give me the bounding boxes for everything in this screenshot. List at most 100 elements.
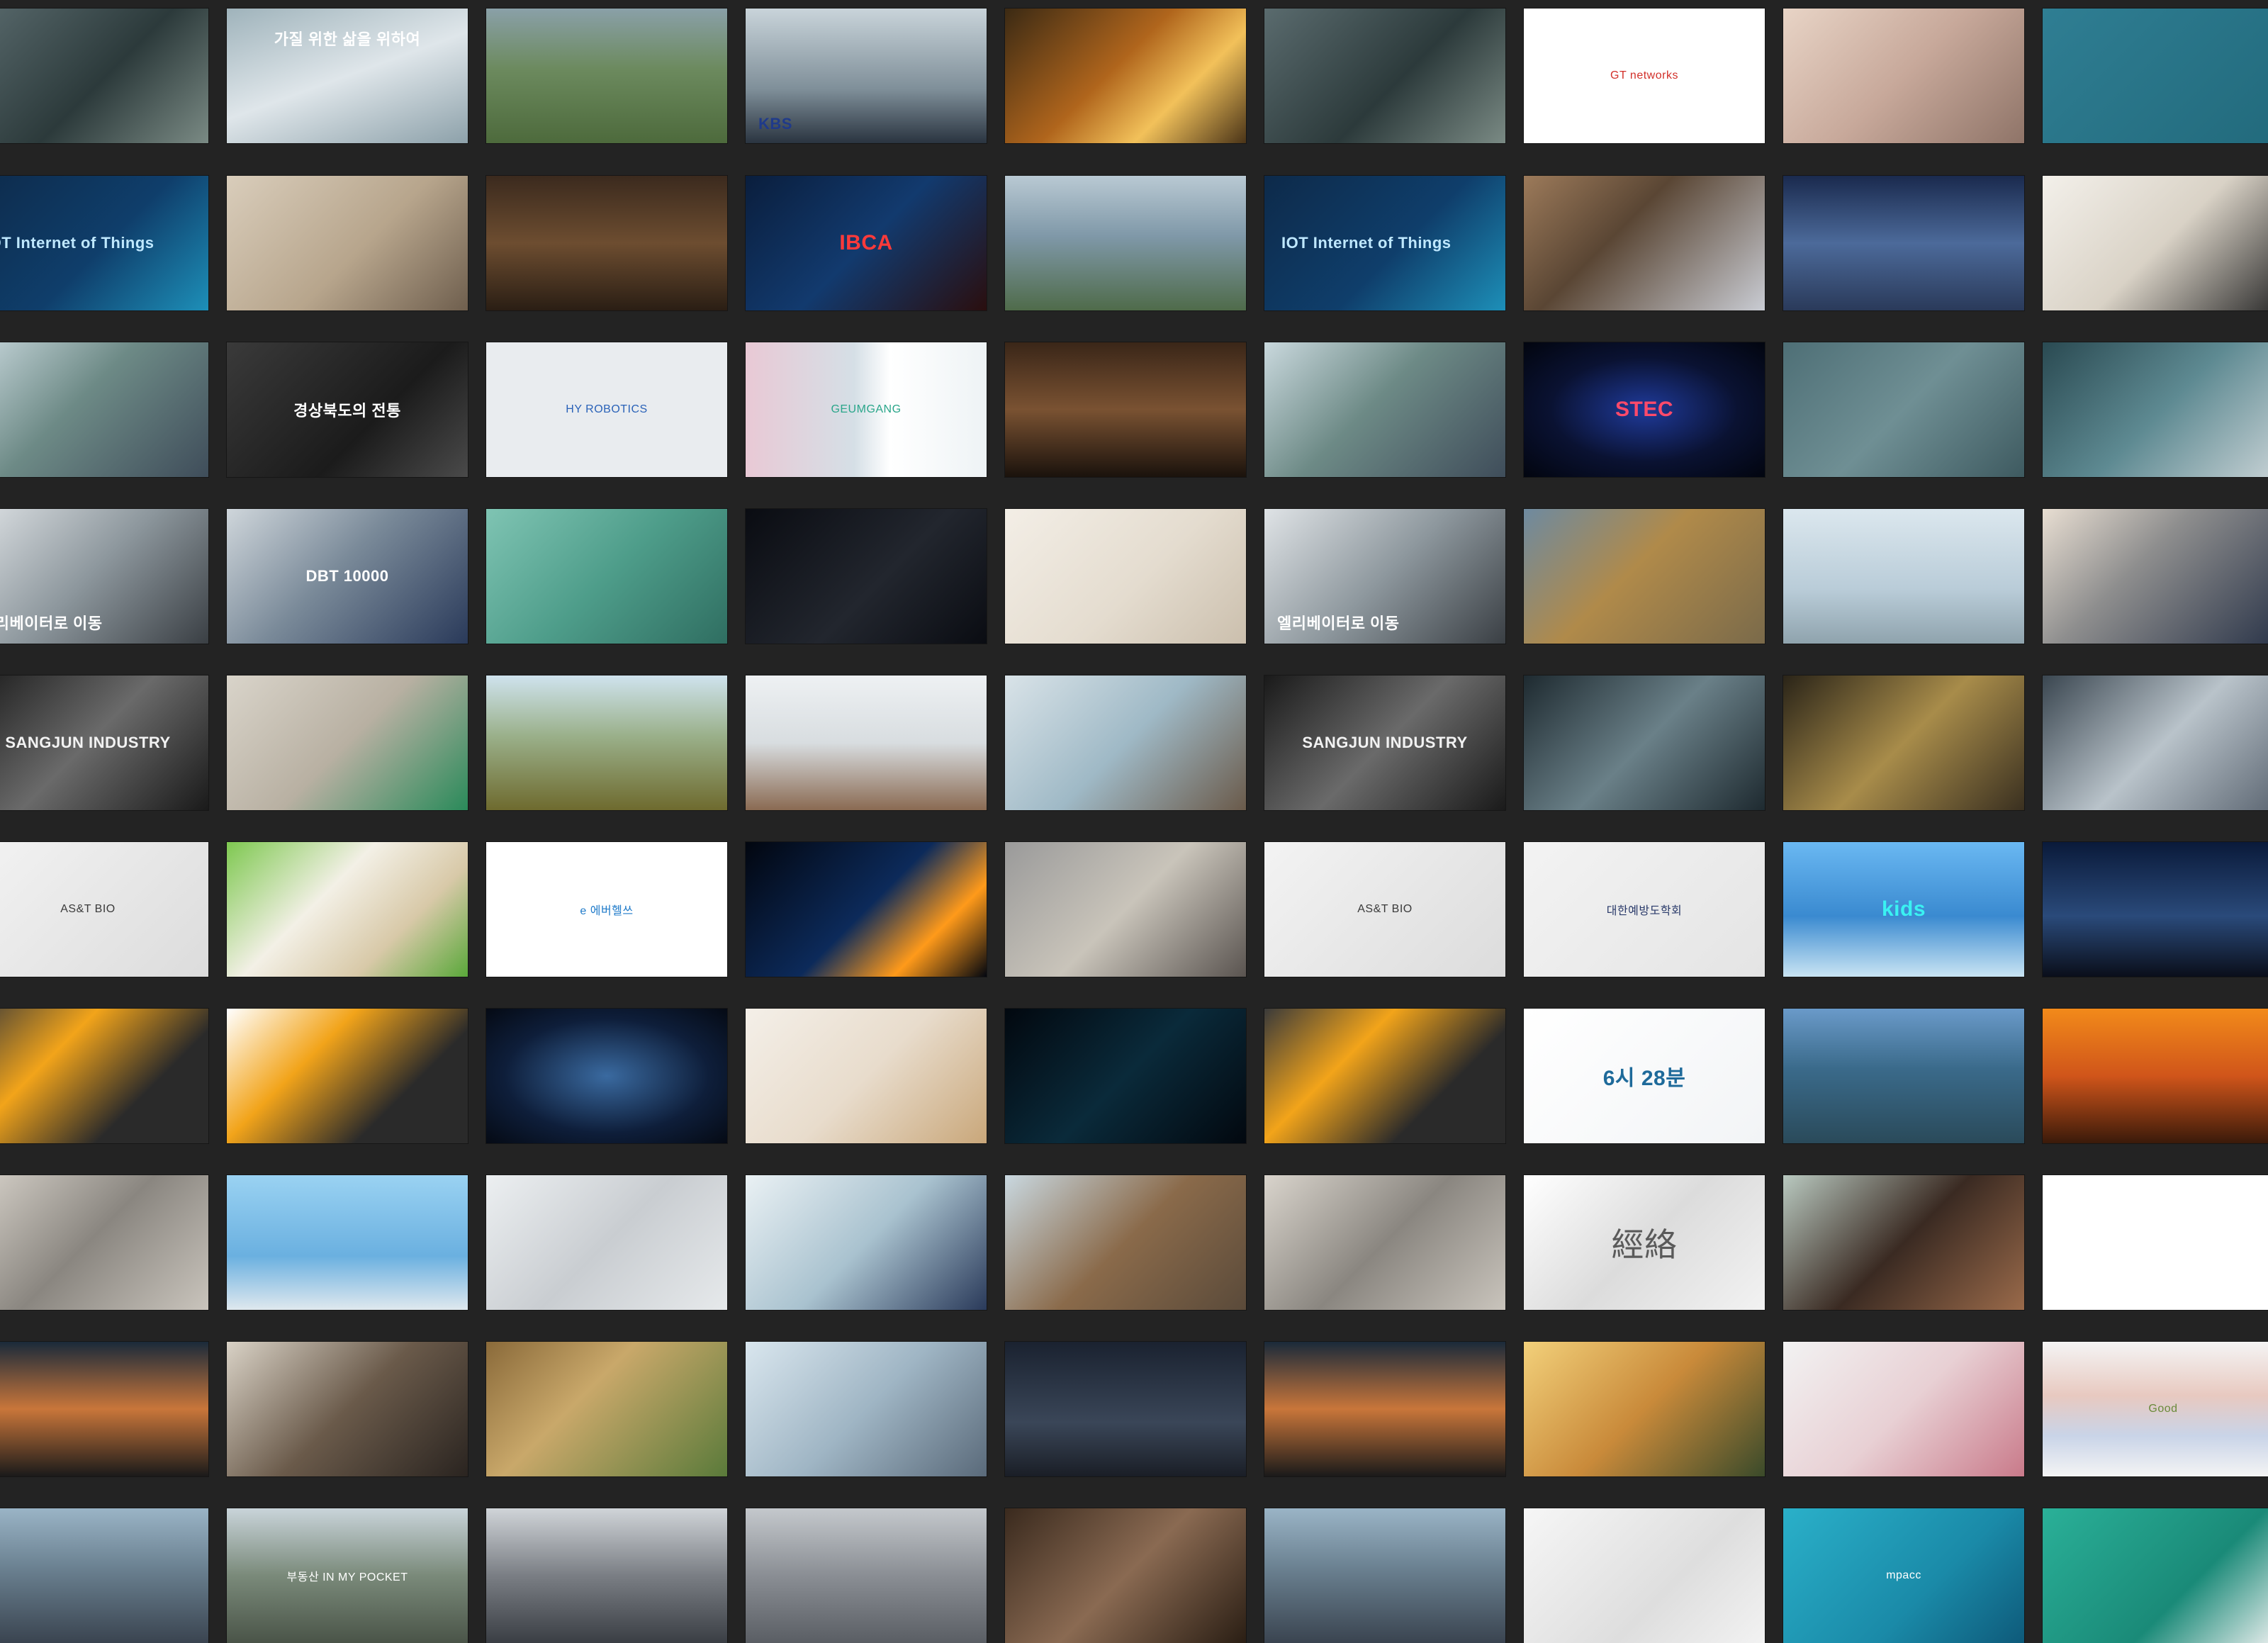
- thumbnail-caption: AS&T BIO: [60, 903, 116, 915]
- video-thumbnail[interactable]: [227, 675, 468, 810]
- video-thumbnail[interactable]: [2043, 509, 2268, 644]
- video-thumbnail[interactable]: AS&T BIO: [0, 842, 208, 977]
- thumbnail-caption: kids: [1881, 897, 1926, 921]
- video-thumbnail[interactable]: [227, 1342, 468, 1476]
- video-thumbnail[interactable]: 가질 위한 삶을 위하여: [227, 9, 468, 143]
- video-thumbnail[interactable]: [486, 1342, 727, 1476]
- video-thumbnail[interactable]: [2043, 1175, 2268, 1310]
- video-thumbnail[interactable]: [0, 9, 208, 143]
- video-thumbnail[interactable]: IOT Internet of Things: [0, 176, 208, 310]
- video-thumbnail[interactable]: [227, 1009, 468, 1143]
- video-thumbnail[interactable]: [746, 1009, 987, 1143]
- video-thumbnail[interactable]: [2043, 842, 2268, 977]
- video-thumbnail[interactable]: [1783, 342, 2024, 477]
- video-thumbnail[interactable]: [1005, 842, 1246, 977]
- video-thumbnail[interactable]: [0, 1175, 208, 1310]
- video-thumbnail[interactable]: IBCA: [746, 176, 987, 310]
- video-thumbnail[interactable]: [2043, 1009, 2268, 1143]
- thumbnail-caption: 엘리베이터로 이동: [1277, 615, 1400, 632]
- video-thumbnail[interactable]: STEC: [1524, 342, 1765, 477]
- video-thumbnail[interactable]: [1524, 1508, 1765, 1643]
- video-thumbnail[interactable]: mpacc: [1783, 1508, 2024, 1643]
- video-thumbnail[interactable]: [0, 1009, 208, 1143]
- video-thumbnail[interactable]: [746, 1175, 987, 1310]
- video-thumbnail[interactable]: [746, 1342, 987, 1476]
- video-thumbnail[interactable]: [746, 509, 987, 644]
- video-thumbnail[interactable]: [1005, 1175, 1246, 1310]
- video-thumbnail[interactable]: [1783, 9, 2024, 143]
- video-thumbnail[interactable]: [1264, 1175, 1505, 1310]
- video-thumbnail[interactable]: 엘리베이터로 이동: [0, 509, 208, 644]
- video-thumbnail[interactable]: [1264, 342, 1505, 477]
- video-thumbnail[interactable]: [1005, 176, 1246, 310]
- video-thumbnail[interactable]: [2043, 1508, 2268, 1643]
- video-thumbnail[interactable]: [1264, 9, 1505, 143]
- video-thumbnail[interactable]: GT networks: [1524, 9, 1765, 143]
- video-thumbnail[interactable]: [1783, 675, 2024, 810]
- thumbnail-caption: e 에버헬쓰: [580, 905, 634, 917]
- video-thumbnail[interactable]: GEUMGANG: [746, 342, 987, 477]
- video-thumbnail[interactable]: [0, 342, 208, 477]
- video-thumbnail[interactable]: [227, 1175, 468, 1310]
- video-thumbnail[interactable]: [1783, 176, 2024, 310]
- video-thumbnail[interactable]: [1524, 509, 1765, 644]
- video-thumbnail[interactable]: [0, 1508, 208, 1643]
- video-thumbnail[interactable]: KBS: [746, 9, 987, 143]
- video-thumbnail[interactable]: [227, 176, 468, 310]
- video-thumbnail[interactable]: [486, 509, 727, 644]
- video-thumbnail[interactable]: Good: [2043, 1342, 2268, 1476]
- video-thumbnail[interactable]: [486, 176, 727, 310]
- video-thumbnail[interactable]: [1005, 1508, 1246, 1643]
- video-thumbnail[interactable]: [0, 1342, 208, 1476]
- video-thumbnail[interactable]: kids: [1783, 842, 2024, 977]
- video-thumbnail[interactable]: [1005, 9, 1246, 143]
- video-thumbnail[interactable]: [2043, 342, 2268, 477]
- video-thumbnail[interactable]: [1005, 1009, 1246, 1143]
- video-thumbnail[interactable]: [2043, 9, 2268, 143]
- video-thumbnail[interactable]: [486, 1175, 727, 1310]
- video-thumbnail[interactable]: [1005, 675, 1246, 810]
- video-thumbnail[interactable]: [1264, 1009, 1505, 1143]
- thumbnail-caption: mpacc: [1886, 1569, 1921, 1581]
- video-thumbnail[interactable]: [486, 1009, 727, 1143]
- video-thumbnail[interactable]: IOT Internet of Things: [1264, 176, 1505, 310]
- thumbnail-caption: HY ROBOTICS: [566, 403, 648, 415]
- video-thumbnail[interactable]: [1005, 342, 1246, 477]
- video-thumbnail[interactable]: [1264, 1508, 1505, 1643]
- video-thumbnail[interactable]: 經絡: [1524, 1175, 1765, 1310]
- video-thumbnail[interactable]: [746, 842, 987, 977]
- thumbnail-caption: IOT Internet of Things: [1281, 234, 1452, 252]
- video-thumbnail[interactable]: 엘리베이터로 이동: [1264, 509, 1505, 644]
- video-thumbnail[interactable]: [2043, 675, 2268, 810]
- thumbnail-caption: IOT Internet of Things: [0, 234, 155, 252]
- video-thumbnail[interactable]: 대한예방도학회: [1524, 842, 1765, 977]
- video-thumbnail[interactable]: [1264, 1342, 1505, 1476]
- video-thumbnail[interactable]: [1005, 509, 1246, 644]
- video-thumbnail[interactable]: [1783, 1342, 2024, 1476]
- video-thumbnail[interactable]: [1005, 1342, 1246, 1476]
- video-thumbnail[interactable]: [1524, 1342, 1765, 1476]
- video-thumbnail[interactable]: DBT 10000: [227, 509, 468, 644]
- video-thumbnail[interactable]: [746, 675, 987, 810]
- video-thumbnail[interactable]: [1524, 675, 1765, 810]
- video-thumbnail[interactable]: [227, 842, 468, 977]
- video-thumbnail[interactable]: [486, 675, 727, 810]
- video-thumbnail[interactable]: [486, 9, 727, 143]
- video-thumbnail[interactable]: 부동산 IN MY POCKET: [227, 1508, 468, 1643]
- video-thumbnail[interactable]: 6시 28분: [1524, 1009, 1765, 1143]
- video-thumbnail[interactable]: e 에버헬쓰: [486, 842, 727, 977]
- video-thumbnail[interactable]: [1783, 1175, 2024, 1310]
- video-thumbnail[interactable]: [486, 1508, 727, 1643]
- video-thumbnail[interactable]: [1783, 509, 2024, 644]
- video-thumbnail[interactable]: [1783, 1009, 2024, 1143]
- video-thumbnail[interactable]: [1524, 176, 1765, 310]
- video-thumbnail[interactable]: AS&T BIO: [1264, 842, 1505, 977]
- video-thumbnail[interactable]: 경상북도의 전통: [227, 342, 468, 477]
- video-thumbnail[interactable]: SANGJUN INDUSTRY: [0, 675, 208, 810]
- thumbnail-caption: SANGJUN INDUSTRY: [1302, 734, 1468, 751]
- video-thumbnail[interactable]: [746, 1508, 987, 1643]
- video-thumbnail[interactable]: [2043, 176, 2268, 310]
- video-thumbnail[interactable]: HY ROBOTICS: [486, 342, 727, 477]
- video-thumbnail[interactable]: SANGJUN INDUSTRY: [1264, 675, 1505, 810]
- thumbnail-wall: 가질 위한 삶을 위하여 KBS GT networks IOT Internet o…: [0, 0, 2268, 1643]
